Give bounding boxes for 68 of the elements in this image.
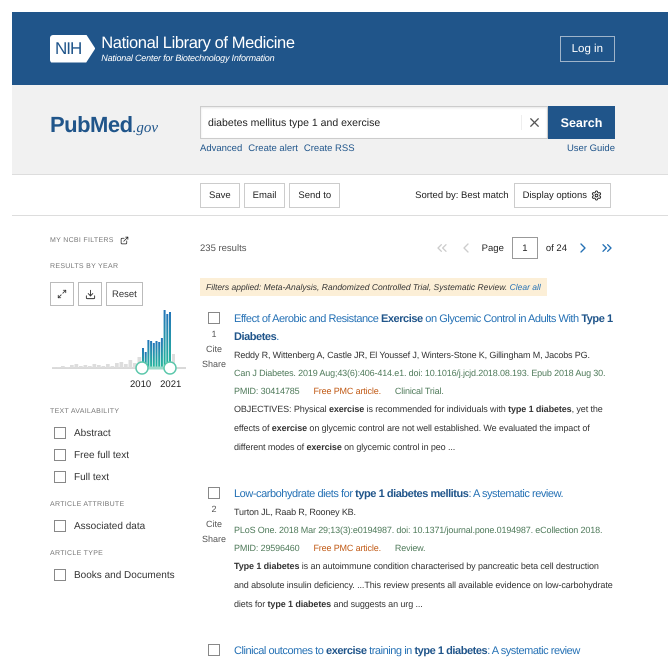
expand-button[interactable] [50, 282, 74, 306]
result-snippet: OBJECTIVES: Physical exercise is recommended for individuals with type 1 diabetes, yet the effects of exercise on glycemic control are not well established. We evaluated the impact of different modes of exercise on glycemic control in peo ... [234, 403, 604, 454]
result-checkbox[interactable] [208, 487, 220, 499]
download-button[interactable] [78, 282, 102, 306]
search-link[interactable]: Advanced [200, 143, 242, 154]
logo-suffix: .gov [132, 120, 158, 137]
result-pmid: PMID: 30414785 [234, 385, 300, 398]
action-button[interactable]: Send to [289, 182, 340, 208]
pubmed-logo: PubMed [50, 112, 133, 138]
share-button[interactable]: Share [202, 534, 226, 544]
free-article-label: Free PMC article. [313, 542, 381, 555]
reset-button[interactable]: Reset [106, 282, 143, 306]
user-guide-link[interactable]: User Guide [566, 143, 615, 154]
result-pmid: PMID: 29596460 [234, 542, 300, 555]
result-authors: Turton JL, Raab R, Rooney KB. [234, 506, 357, 519]
range-handle[interactable] [135, 361, 149, 375]
sort-label[interactable]: Sorted by: Best match [415, 190, 509, 200]
search-field[interactable]: diabetes mellitus type 1 and exercise [200, 106, 548, 139]
filter-label: Full text [74, 472, 110, 482]
page-total: of 24 [546, 242, 567, 254]
nih-logo: NIH [50, 34, 96, 62]
year-label: 2021 [160, 379, 182, 390]
result-snippet: Type 1 diabetes is an autoimmune condition characterised by pancreatic beta cell destruction and absolute insulin deficiency. ...This review presents all available evidence on low-carbohydrate diets for type 1 diabetes and suggests an urg ... [234, 560, 614, 611]
checkbox[interactable] [54, 471, 66, 483]
clear-all-link[interactable]: Clear all [510, 282, 541, 292]
result-citation: PLoS One. 2018 Mar 29;13(3):e0194987. doi: 10.1371/journal.pone.0194987. eCollection 2018. [234, 524, 604, 537]
search-link[interactable]: Create RSS [304, 143, 355, 154]
action-button[interactable]: Email [244, 182, 286, 208]
external-link-icon[interactable] [120, 236, 129, 245]
result-title[interactable]: Effect of Aerobic and Resistance Exercise on Glycemic Control in Adults With Type 1 Diabetes. [234, 310, 615, 346]
site-title: National Library of Medicine [101, 34, 295, 53]
share-button[interactable]: Share [202, 359, 226, 369]
checkbox[interactable] [54, 569, 66, 581]
settings-icon [591, 190, 602, 200]
page-field[interactable]: 1 [512, 237, 538, 259]
checkbox[interactable] [54, 449, 66, 461]
checkbox[interactable] [54, 520, 66, 532]
result-count: 235 results [200, 242, 246, 254]
free-article-label: Free PMC article. [313, 385, 381, 398]
cite-button[interactable]: Cite [206, 519, 222, 529]
result-number: 1 [211, 329, 216, 339]
result-checkbox[interactable] [208, 644, 220, 656]
download-icon [84, 288, 96, 300]
result-title[interactable]: Clinical outcomes to exercise training in type 1 diabetes: A systematic review [234, 642, 615, 657]
search-button[interactable]: Search [548, 106, 615, 139]
article-type: Clinical Trial. [394, 385, 444, 398]
result-title[interactable]: Low-carbohydrate diets for type 1 diabetes mellitus: A systematic review. [234, 485, 615, 503]
result-authors: Reddy R, Wittenberg A, Castle JR, El Youssef J, Winters-Stone K, Gillingham M, Jacobs PG. [234, 349, 591, 362]
login-button[interactable]: Log in [560, 36, 615, 62]
year-label: 2010 [130, 379, 152, 390]
article-type: Review. [394, 542, 426, 555]
page-label: Page [482, 242, 504, 254]
result-checkbox[interactable] [208, 312, 220, 324]
filter-label: Abstract [74, 428, 111, 438]
expand-icon [57, 289, 67, 299]
search-link[interactable]: Create alert [248, 143, 298, 154]
action-button[interactable]: Save [200, 182, 240, 208]
site-subtitle: National Center for Biotechnology Information [101, 53, 276, 63]
filter-label: Associated data [74, 520, 146, 532]
result-number: 2 [211, 504, 216, 514]
checkbox[interactable] [54, 427, 66, 439]
result-citation: Can J Diabetes. 2019 Aug;43(6):406-414.e1. doi: 10.1016/j.jcjd.2018.08.193. Epub 2018 Aug 30. [234, 367, 606, 380]
cite-button[interactable]: Cite [206, 344, 222, 354]
filter-label: Free full text [74, 450, 130, 460]
filter-label: Books and Documents [74, 570, 175, 580]
display-options-button[interactable]: Display options [514, 182, 611, 208]
range-handle[interactable] [163, 361, 177, 375]
filters-text: Filters applied: Meta-Analysis, Randomized Controlled Trial, Systematic Review. [206, 282, 508, 292]
